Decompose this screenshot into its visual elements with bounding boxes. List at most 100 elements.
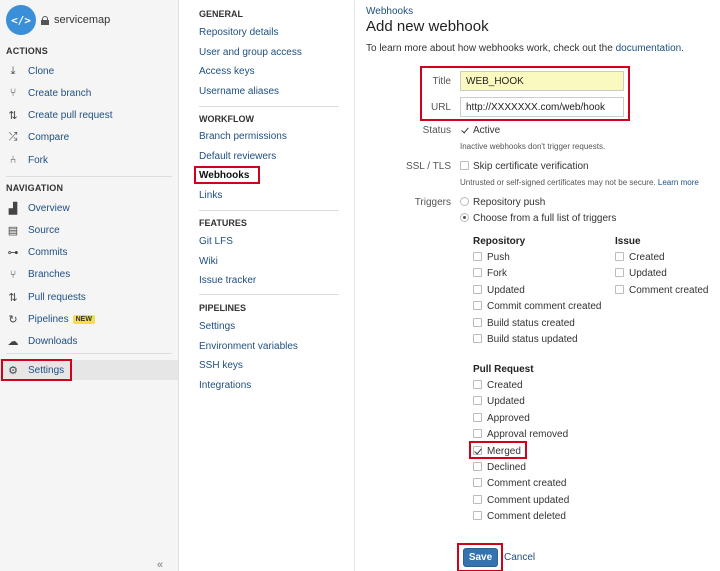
intro-text: To learn more about how webhooks work, c… xyxy=(366,43,684,54)
pr-approved-checkbox[interactable] xyxy=(473,412,482,422)
sidebar-item-label: Fork xyxy=(28,154,48,166)
pr-comment-deleted-checkbox[interactable] xyxy=(473,511,482,521)
sidebar-item-settings[interactable]: ⚙ Settings xyxy=(0,360,178,380)
sidebar-item-commits[interactable]: ⊶ Commits xyxy=(0,243,178,263)
pr-comment-created-checkbox[interactable] xyxy=(473,478,482,488)
issue-trigger-label: Created xyxy=(629,252,665,263)
sidebar-item-pull-requests[interactable]: ⇅ Pull requests xyxy=(0,287,178,307)
sidebar-item-label: Downloads xyxy=(28,336,78,348)
sidebar-item-create-pull-request[interactable]: ⇅ Create pull request xyxy=(0,106,178,126)
sidebar-item-source[interactable]: ▤ Source xyxy=(0,220,178,240)
save-button[interactable]: Save xyxy=(463,548,498,567)
nav-link-username-aliases[interactable]: Username aliases xyxy=(199,86,279,97)
ssl-label: SSL / TLS xyxy=(405,161,451,172)
new-badge: NEW xyxy=(72,315,95,324)
nav-divider xyxy=(199,106,339,107)
pr-created-checkbox[interactable] xyxy=(473,380,482,389)
issue-comment-created-checkbox[interactable] xyxy=(615,284,624,294)
nav-link-repository-details[interactable]: Repository details xyxy=(199,27,278,38)
repo-avatar[interactable]: </> xyxy=(6,5,36,35)
issue-updated-checkbox[interactable] xyxy=(615,268,624,278)
sidebar-item-fork[interactable]: ⑃ Fork xyxy=(0,150,178,170)
sidebar-item-label: Create branch xyxy=(28,87,92,99)
nav-link-wiki[interactable]: Wiki xyxy=(199,256,218,267)
repo-header[interactable]: </> servicemap xyxy=(6,5,110,35)
issue-trigger-label: Updated xyxy=(629,268,667,280)
repo-trigger-label: Push xyxy=(487,252,510,263)
repo-sidebar: </> servicemap ACTIONS ⤓ Clone ⑂ Create bra… xyxy=(0,0,179,571)
repo-name[interactable]: servicemap xyxy=(54,14,110,26)
nav-link-user-and-group-access[interactable]: User and group access xyxy=(199,47,302,58)
repo-build-status-updated-checkbox[interactable] xyxy=(473,334,482,343)
sidebar-item-clone[interactable]: ⤓ Clone xyxy=(0,61,178,81)
gear-icon: ⚙ xyxy=(8,364,18,377)
repository-push-radio[interactable] xyxy=(460,197,469,206)
documentation-link[interactable]: documentation xyxy=(616,43,682,54)
nav-link-settings[interactable]: Settings xyxy=(199,321,235,332)
url-input[interactable] xyxy=(460,97,624,117)
pr-trigger-label: Comment deleted xyxy=(487,511,566,523)
breadcrumb-webhooks[interactable]: Webhooks xyxy=(366,6,413,17)
pr-approval-removed-checkbox[interactable] xyxy=(473,429,482,439)
nav-link-access-keys[interactable]: Access keys xyxy=(199,66,255,77)
branch-icon: ⑂ xyxy=(9,87,17,100)
pr-trigger-label: Approval removed xyxy=(487,429,569,441)
sidebar-item-pipelines[interactable]: ↻ Pipelines NEW xyxy=(0,310,178,330)
active-checkbox[interactable] xyxy=(460,125,469,134)
nav-divider xyxy=(199,294,339,295)
learn-more-link[interactable]: Learn more xyxy=(658,178,699,187)
compare-icon: ⤮ xyxy=(8,131,18,144)
nav-link-environment-variables[interactable]: Environment variables xyxy=(199,341,298,352)
title-input[interactable] xyxy=(460,71,624,91)
pr-trigger-label: Comment created xyxy=(487,478,567,490)
nav-link-branch-permissions[interactable]: Branch permissions xyxy=(199,131,287,142)
repo-fork-checkbox[interactable] xyxy=(473,268,482,278)
pr-merged-checkbox[interactable] xyxy=(473,445,482,455)
full-list-label: Choose from a full list of triggers xyxy=(473,213,617,224)
nav-link-links[interactable]: Links xyxy=(199,190,222,201)
pr-trigger-label: Approved xyxy=(487,412,530,424)
full-list-radio[interactable] xyxy=(460,213,469,222)
repo-push-checkbox[interactable] xyxy=(473,252,482,261)
status-help: Inactive webhooks don't trigger requests… xyxy=(460,142,606,151)
sidebar-item-label: Clone xyxy=(28,65,55,77)
branches-icon: ⑂ xyxy=(9,268,17,281)
repo-build-status-created-checkbox[interactable] xyxy=(473,317,482,327)
pr-declined-checkbox[interactable] xyxy=(473,462,482,471)
pipelines-icon: ↻ xyxy=(8,314,18,326)
pr-trigger-label: Comment updated xyxy=(487,494,570,506)
pr-comment-updated-checkbox[interactable] xyxy=(473,494,482,504)
issue-created-checkbox[interactable] xyxy=(615,252,624,261)
nav-link-ssh-keys[interactable]: SSH keys xyxy=(199,360,243,371)
nav-link-git-lfs[interactable]: Git LFS xyxy=(199,236,233,247)
nav-link-issue-tracker[interactable]: Issue tracker xyxy=(199,275,256,286)
repo-updated-checkbox[interactable] xyxy=(473,284,482,294)
sidebar-item-label: Branches xyxy=(28,269,71,281)
nav-link-default-reviewers[interactable]: Default reviewers xyxy=(199,151,276,162)
status-label: Status xyxy=(422,125,451,136)
repo-trigger-label: Build status created xyxy=(487,317,575,329)
collapse-sidebar-icon[interactable]: « xyxy=(157,559,163,571)
skip-verification-checkbox[interactable] xyxy=(460,161,469,170)
download-icon: ⤓ xyxy=(10,64,16,77)
nav-link-integrations[interactable]: Integrations xyxy=(199,380,251,391)
sidebar-item-branches[interactable]: ⑂ Branches xyxy=(0,265,178,285)
sidebar-item-label: Compare xyxy=(28,132,70,144)
sidebar-item-downloads[interactable]: ☁ Downloads xyxy=(0,332,178,352)
pull-requests-icon: ⇅ xyxy=(8,291,18,304)
nav-link-webhooks[interactable]: Webhooks xyxy=(199,170,249,181)
repo-commit-comment-created-checkbox[interactable] xyxy=(473,301,482,311)
workflow-heading: WORKFLOW xyxy=(199,114,254,124)
issue-trigger-label: Comment created xyxy=(629,284,709,296)
sidebar-item-create-branch[interactable]: ⑂ Create branch xyxy=(0,83,178,103)
repo-trigger-label: Commit comment created xyxy=(487,301,602,313)
cancel-link[interactable]: Cancel xyxy=(504,552,535,563)
settings-nav: GENERAL Repository details User and group… xyxy=(179,0,355,571)
pr-trigger-label: Updated xyxy=(487,396,525,408)
sidebar-item-compare[interactable]: ⤮ Compare xyxy=(0,128,178,148)
ssl-help: Untrusted or self-signed certificates ma… xyxy=(460,178,699,187)
intro-text-body: To learn more about how webhooks work, c… xyxy=(366,43,616,54)
sidebar-item-overview[interactable]: ▟ Overview xyxy=(0,198,178,218)
pr-updated-checkbox[interactable] xyxy=(473,396,482,406)
sidebar-divider xyxy=(6,353,172,354)
